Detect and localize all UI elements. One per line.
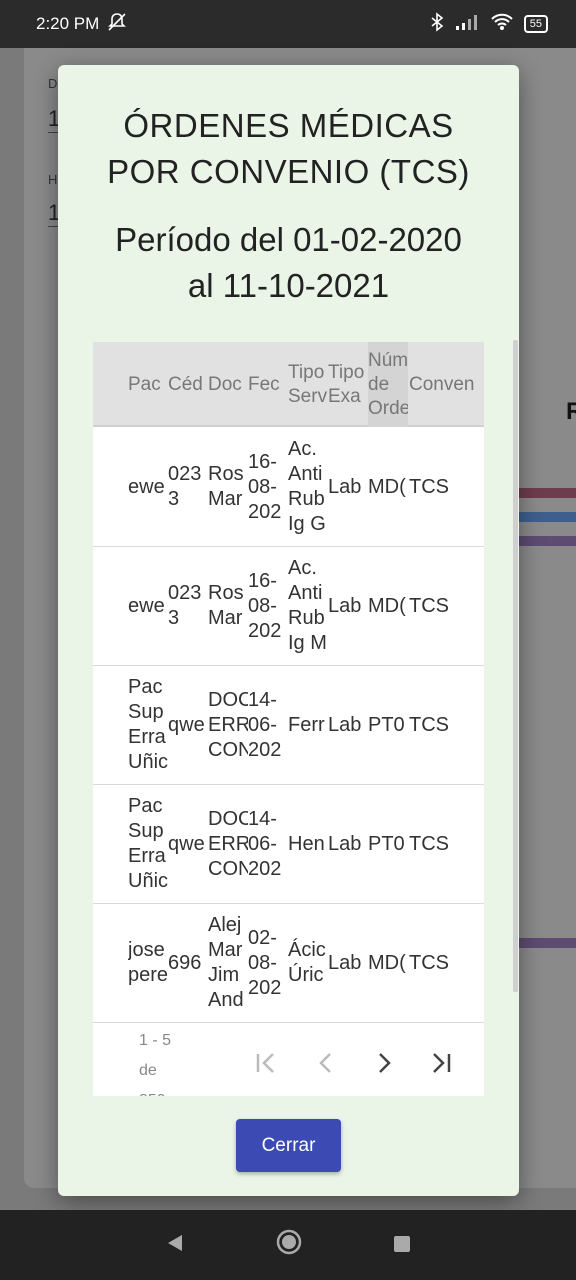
table-row[interactable]: Pac Sup Erra Uñic qwe DOC ERR CON 14- 06… [93, 666, 484, 785]
recents-icon[interactable] [392, 1230, 412, 1261]
cell-fec: 02- 08- 202 [248, 926, 282, 999]
cell-exa: Lab [328, 475, 362, 498]
close-button[interactable]: Cerrar [236, 1119, 341, 1172]
orders-table: Pac Céd Doc Fec Tipo Serv Tipo Exa Núm d… [93, 342, 484, 1096]
cell-serv: Ferr [288, 713, 325, 736]
cell-pac: jose pere [128, 939, 168, 986]
cell-conv: TCS [409, 713, 449, 736]
table-row[interactable]: ewe 023 3 Ros Mar 16- 08- 202 Ac. Anti R… [93, 547, 484, 666]
table-row[interactable]: Pac Sup Erra Uñic qwe DOC ERR CON 14- 06… [93, 785, 484, 904]
navigation-bar [0, 1210, 576, 1280]
cell-num: PT0 [368, 713, 405, 736]
cell-conv: TCS [409, 951, 449, 974]
cell-fec: 14- 06- 202 [248, 807, 282, 880]
bluetooth-icon [430, 11, 444, 37]
last-page-icon[interactable] [428, 1050, 454, 1083]
cell-exa: Lab [328, 713, 362, 736]
period-line: al 11-10-2021 [187, 267, 390, 304]
cell-exa: Lab [328, 594, 362, 617]
table-row[interactable]: jose pere 696 Alej Mar Jim And 02- 08- 2… [93, 904, 484, 1023]
status-bar: 2:20 PM 55 [0, 0, 576, 48]
cell-conv: TCS [409, 832, 449, 855]
background-stripe [516, 488, 576, 498]
previous-page-icon[interactable] [313, 1050, 339, 1083]
pagination-range: 1 - 5 de 859 [139, 1032, 172, 1096]
cell-fec: 14- 06- 202 [248, 688, 282, 761]
cell-fec: 16- 08- 202 [248, 569, 282, 642]
cell-exa: Lab [328, 832, 362, 855]
cell-doc: Ros Mar [208, 463, 244, 510]
column-header-tipo-exa[interactable]: Tipo Exa [328, 342, 368, 427]
report-dialog: ÓRDENES MÉDICAS POR CONVENIO (TCS) Perío… [58, 65, 519, 1196]
period-line: Período del 01-02-2020 [115, 221, 462, 258]
cell-pac: ewe [128, 475, 165, 498]
cell-ced: 023 3 [168, 463, 202, 510]
signal-icon [454, 13, 480, 36]
next-page-icon[interactable] [371, 1050, 397, 1083]
dialog-period: Período del 01-02-2020 al 11-10-2021 [58, 217, 519, 309]
cell-num: MD( [368, 475, 406, 498]
cell-serv: Ac. Anti Rub Ig G [288, 438, 326, 535]
cell-num: PT0 [368, 832, 405, 855]
dialog-title-line: ÓRDENES MÉDICAS [123, 107, 454, 144]
cell-fec: 16- 08- 202 [248, 450, 282, 523]
cell-serv: Ácic Úric [288, 939, 326, 986]
table-header: Pac Céd Doc Fec Tipo Serv Tipo Exa Núm d… [93, 342, 484, 427]
cell-num: MD( [368, 594, 406, 617]
status-time: 2:20 PM [36, 14, 100, 33]
cell-conv: TCS [409, 475, 449, 498]
cell-pac: Pac Sup Erra Uñic [128, 676, 168, 773]
cell-pac: Pac Sup Erra Uñic [128, 795, 168, 892]
first-page-icon[interactable] [253, 1050, 279, 1083]
wifi-icon [490, 13, 514, 36]
column-header-convenio[interactable]: Conven [409, 342, 484, 427]
column-header-num-orden[interactable]: Núm de Orde [368, 342, 408, 427]
cell-ced: 696 [168, 951, 202, 974]
background-stripe [516, 512, 576, 522]
column-header-pac[interactable]: Pac [128, 342, 168, 427]
cell-doc: DOC ERR CON [208, 807, 248, 880]
cell-num: MD( [368, 951, 406, 974]
background-field: 1 [48, 200, 61, 227]
dialog-title-line: POR CONVENIO (TCS) [107, 153, 470, 190]
cell-ced: qwe [168, 832, 205, 855]
background-stripe [516, 536, 576, 546]
cell-ced: qwe [168, 713, 205, 736]
dialog-scrollbar[interactable] [513, 340, 518, 992]
background-field-label: H [48, 172, 58, 187]
cell-serv: Hen [288, 832, 325, 855]
bell-off-icon [107, 12, 127, 37]
cell-doc: DOC ERR CON [208, 688, 248, 761]
column-header-fec[interactable]: Fec [248, 342, 288, 427]
table-row[interactable]: ewe 023 3 Ros Mar 16- 08- 202 Ac. Anti R… [93, 428, 484, 547]
column-header-tipo-serv[interactable]: Tipo Serv [288, 342, 328, 427]
cell-pac: ewe [128, 594, 165, 617]
cell-exa: Lab [328, 951, 362, 974]
cell-doc: Alej Mar Jim And [208, 914, 244, 1011]
background-field-label: D [48, 76, 58, 91]
background-stripe [516, 938, 576, 948]
column-header-doc[interactable]: Doc [208, 342, 248, 427]
table-pagination: 1 - 5 de 859 [93, 1022, 484, 1096]
background-side-letter: R [566, 398, 576, 425]
home-icon[interactable] [275, 1228, 303, 1263]
cell-doc: Ros Mar [208, 582, 244, 629]
column-header-ced[interactable]: Céd [168, 342, 208, 427]
cell-serv: Ac. Anti Rub Ig M [288, 557, 327, 654]
cell-ced: 023 3 [168, 582, 202, 629]
battery-icon: 55 [523, 15, 548, 33]
cell-conv: TCS [409, 594, 449, 617]
background-field: 1 [48, 106, 61, 133]
back-icon[interactable] [164, 1230, 186, 1261]
dialog-title: ÓRDENES MÉDICAS POR CONVENIO (TCS) [58, 103, 519, 195]
